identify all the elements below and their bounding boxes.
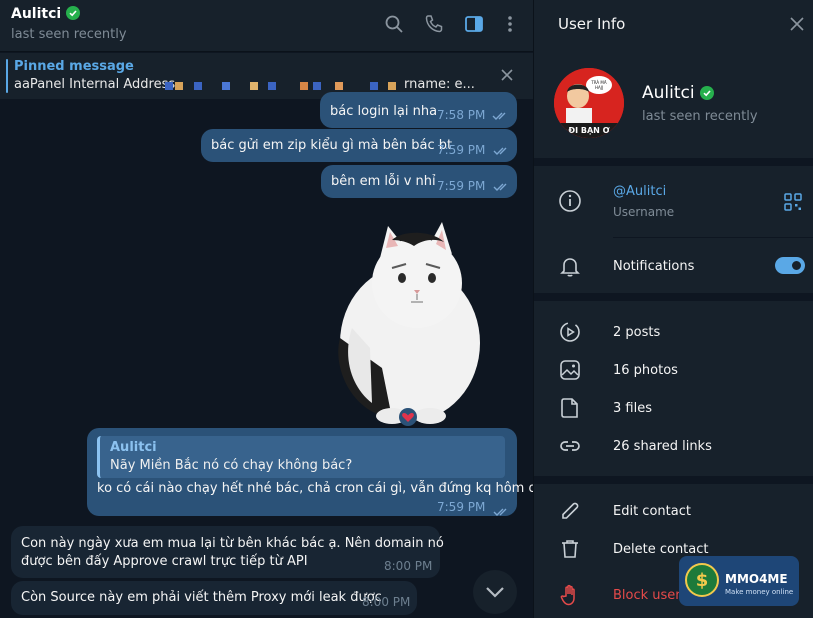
chat-status: last seen recently <box>11 27 127 42</box>
reply-author: Aulitci <box>110 440 157 455</box>
message-bubble[interactable]: bác gửi em zip kiểu gì mà bên bác bt 7:5… <box>201 129 517 162</box>
row-divider <box>613 237 813 238</box>
svg-text:HAJJ: HAJJ <box>595 85 603 90</box>
block-user-button[interactable]: Block user <box>613 588 681 603</box>
heart-reaction-icon[interactable] <box>398 408 418 426</box>
photos-link[interactable]: 16 photos <box>613 363 678 378</box>
message-time: 7:59 PM <box>437 500 486 514</box>
verified-icon <box>66 6 81 20</box>
trash-icon <box>558 537 582 561</box>
shared-links-link[interactable]: 26 shared links <box>613 439 712 454</box>
message-text: ko có cái nào chạy hết nhé bác, chả cron… <box>97 481 533 496</box>
section-divider <box>534 158 813 166</box>
profile-name-text: Aulitci <box>642 83 695 103</box>
notifications-toggle[interactable] <box>775 257 805 274</box>
dollar-coin-icon: $ <box>685 563 719 597</box>
message-bubble[interactable]: bác login lại nha 7:58 PM <box>320 92 517 128</box>
posts-link[interactable]: 2 posts <box>613 325 660 340</box>
phone-icon[interactable] <box>424 14 446 36</box>
redacted-block <box>388 82 396 90</box>
redacted-block <box>175 82 183 90</box>
close-pinned-icon[interactable] <box>500 67 514 86</box>
read-ticks-icon <box>493 145 511 160</box>
panel-title: User Info <box>558 15 626 33</box>
user-info-panel: User Info TRÀ MÃ HAJJ ĐI BẠN Ơ Aulitci l… <box>533 0 813 618</box>
close-panel-icon[interactable] <box>790 16 804 35</box>
search-icon[interactable] <box>384 14 406 36</box>
pinned-text-tail: rname: e... <box>404 77 475 92</box>
reply-text: Nãy Miền Bắc nó có chạy không bác? <box>110 458 353 473</box>
chat-title[interactable]: Aulitci <box>11 6 81 22</box>
section-divider <box>534 476 813 484</box>
message-time: 7:59 PM <box>437 179 486 193</box>
username-value[interactable]: @Aulitci <box>613 184 666 199</box>
redacted-block <box>250 82 258 90</box>
read-ticks-icon <box>492 110 510 125</box>
read-ticks-icon <box>493 502 511 521</box>
cat-sticker[interactable] <box>322 218 482 428</box>
message-text: bác login lại nha <box>330 104 438 119</box>
redacted-block <box>194 82 202 90</box>
delete-contact-button[interactable]: Delete contact <box>613 542 709 557</box>
info-icon <box>558 189 582 213</box>
profile-status: last seen recently <box>642 109 758 124</box>
redacted-block <box>335 82 343 90</box>
qr-code-icon[interactable] <box>784 193 802 215</box>
message-bubble[interactable]: Con này ngày xưa em mua lại từ bên khác … <box>11 526 444 578</box>
pencil-icon <box>558 499 582 523</box>
message-bubble[interactable]: bên em lỗi v nhỉ 7:59 PM <box>321 165 517 198</box>
message-time: 8:00 PM <box>362 595 411 609</box>
edit-contact-button[interactable]: Edit contact <box>613 504 691 519</box>
notifications-label[interactable]: Notifications <box>613 259 694 274</box>
photos-icon <box>558 358 582 382</box>
avatar[interactable]: TRÀ MÃ HAJJ ĐI BẠN Ơ <box>554 68 624 138</box>
read-ticks-icon <box>493 181 511 196</box>
scroll-down-button[interactable] <box>473 570 517 614</box>
redacted-block <box>222 82 230 90</box>
message-time: 8:00 PM <box>384 559 433 573</box>
message-text: bên em lỗi v nhỉ <box>331 174 436 189</box>
message-bubble[interactable]: Còn Source này em phải viết thêm Proxy m… <box>11 581 417 615</box>
chat-title-text: Aulitci <box>11 6 62 22</box>
pinned-title: Pinned message <box>14 59 134 74</box>
verified-icon <box>699 86 714 100</box>
more-icon[interactable] <box>500 14 522 36</box>
files-icon <box>558 396 582 420</box>
svg-text:ĐI BẠN Ơ: ĐI BẠN Ơ <box>568 126 609 135</box>
bell-icon <box>558 254 582 278</box>
posts-icon <box>558 320 582 344</box>
link-icon <box>558 434 582 458</box>
watermark-brand: MMO4ME <box>725 572 788 586</box>
message-text: bác gửi em zip kiểu gì mà bên bác bt <box>211 138 453 153</box>
pinned-text: aaPanel Internal Address <box>14 77 176 92</box>
message-text-line: được bên đấy Approve crawl trực tiếp từ … <box>21 554 308 569</box>
chat-header[interactable]: Aulitci last seen recently <box>0 0 533 52</box>
pinned-accent-bar <box>6 59 8 93</box>
profile-name: Aulitci <box>642 83 714 103</box>
reply-preview[interactable]: Aulitci Nãy Miền Bắc nó có chạy không bá… <box>97 436 505 478</box>
message-text-line: Con này ngày xưa em mua lại từ bên khác … <box>21 536 444 551</box>
message-time: 7:58 PM <box>437 108 486 122</box>
redacted-block <box>370 82 378 90</box>
sidebar-toggle-icon[interactable] <box>464 14 486 36</box>
section-divider <box>534 293 813 301</box>
redacted-block <box>300 82 308 90</box>
message-text: Còn Source này em phải viết thêm Proxy m… <box>21 590 382 605</box>
block-hand-icon <box>558 583 582 607</box>
toggle-knob <box>790 259 803 272</box>
redacted-block <box>165 82 173 90</box>
redacted-block <box>313 82 321 90</box>
svg-text:$: $ <box>696 570 709 591</box>
files-link[interactable]: 3 files <box>613 401 652 416</box>
mmo4me-watermark-logo: $ MMO4ME Make money online <box>679 556 799 606</box>
watermark-tagline: Make money online <box>725 588 794 596</box>
message-time: 7:59 PM <box>437 143 486 157</box>
chat-pane: Aulitci last seen recently Pinned messag… <box>0 0 533 618</box>
redacted-block <box>268 82 276 90</box>
username-label: Username <box>613 205 675 219</box>
